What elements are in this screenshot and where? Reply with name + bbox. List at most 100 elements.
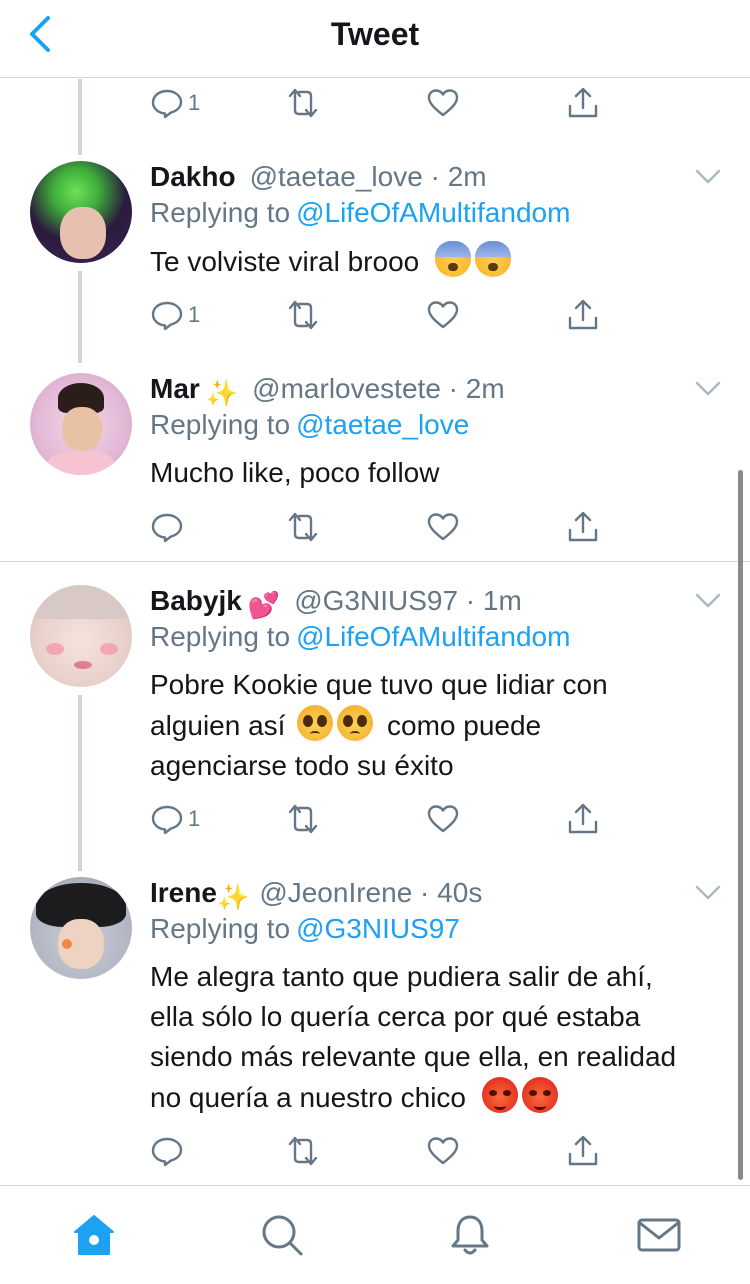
username-handle: @G3NIUS97 (294, 585, 459, 616)
replying-to: Replying to @G3NIUS97 (150, 913, 460, 945)
share-button[interactable] (566, 799, 600, 839)
mention-link[interactable]: @taetae_love (296, 409, 469, 440)
display-name[interactable]: Babyjk (150, 585, 242, 616)
username-handle: @taetae_love (249, 161, 423, 192)
tweet-menu-button[interactable] (694, 167, 722, 187)
chevron-down-icon (695, 381, 721, 396)
reply-button[interactable]: 1 (150, 799, 200, 839)
replying-to: Replying to @LifeOfAMultifandom (150, 621, 570, 653)
chevron-down-icon (695, 593, 721, 608)
reply-count: 1 (188, 302, 201, 327)
reply-button[interactable]: 1 (150, 83, 200, 123)
tweet[interactable]: Mar ✨ @marlovestete · 2m Replying to @taeta… (0, 373, 750, 553)
scrollbar[interactable] (738, 470, 743, 1180)
display-name[interactable]: Mar (150, 373, 200, 404)
bottom-tab-bar (0, 1185, 750, 1284)
heart-icon (427, 805, 459, 833)
retweet-button[interactable] (286, 507, 320, 547)
tweet[interactable]: Babyjk 💕 @G3NIUS97 · 1m Replying to @LifeOf… (0, 585, 750, 855)
tweet-actions: 1 (150, 799, 620, 839)
mention-link[interactable]: @LifeOfAMultifandom (296, 197, 570, 228)
retweet-icon (288, 88, 318, 118)
messages-envelope-icon (637, 1218, 681, 1252)
retweet-button[interactable] (286, 295, 320, 335)
username-handle: @JeonIrene (259, 877, 413, 908)
reply-button[interactable]: 1 (150, 295, 200, 335)
reply-icon (151, 805, 183, 835)
sparkles-emoji-icon: ✨ (205, 378, 239, 408)
avatar[interactable] (30, 161, 132, 263)
replying-to-label: Replying to (150, 197, 291, 228)
tab-search[interactable] (259, 1212, 305, 1258)
reply-icon (151, 301, 183, 331)
tab-notifications[interactable] (447, 1212, 493, 1258)
tweet-menu-button[interactable] (694, 591, 722, 611)
tweet-line: Mucho like, poco follow (150, 457, 440, 488)
tweet-menu-button[interactable] (694, 379, 722, 399)
share-icon (568, 511, 598, 542)
reply-button[interactable] (150, 1131, 184, 1171)
share-button[interactable] (566, 83, 600, 123)
like-button[interactable] (426, 799, 460, 839)
tweet-text: Te volviste viral brooo (150, 241, 730, 282)
reply-button[interactable] (150, 507, 184, 547)
tweet-line: Me alegra tanto que pudiera salir de ahí… (150, 961, 653, 992)
share-button[interactable] (566, 295, 600, 335)
fearful-face-emoji-icon (435, 241, 472, 277)
angry-face-emoji-icon (481, 1077, 518, 1113)
heart-icon (427, 1137, 459, 1165)
two-hearts-emoji-icon: 💕 (247, 590, 281, 620)
mention-link[interactable]: @LifeOfAMultifandom (296, 621, 570, 652)
tweet[interactable]: Dakho @taetae_love · 2m Replying to @LifeO… (0, 161, 750, 361)
replying-to-label: Replying to (150, 621, 291, 652)
replying-to: Replying to @LifeOfAMultifandom (150, 197, 570, 229)
tweet-line: Pobre Kookie que tuvo que lidiar con (150, 669, 608, 700)
reply-count: 1 (188, 90, 201, 115)
reply-icon (151, 1137, 183, 1167)
like-button[interactable] (426, 507, 460, 547)
mention-link[interactable]: @G3NIUS97 (296, 913, 460, 944)
share-button[interactable] (566, 507, 600, 547)
avatar[interactable] (30, 877, 132, 979)
tweet-line: como puede (387, 710, 542, 741)
retweet-icon (288, 1136, 318, 1166)
display-name[interactable]: Dakho (150, 161, 236, 192)
avatar[interactable] (30, 585, 132, 687)
like-button[interactable] (426, 295, 460, 335)
avatar[interactable] (30, 373, 132, 475)
separator-dot: · (412, 877, 438, 908)
tweet-actions (150, 1131, 620, 1171)
avatar-cheek (100, 643, 118, 655)
reply-icon (151, 89, 183, 119)
top-bar: Tweet (0, 0, 750, 78)
replying-to-label: Replying to (150, 913, 291, 944)
conversation-thread[interactable]: 1 Dakho @taetae_love · 2m Replying to @Lif… (0, 79, 750, 1185)
like-button[interactable] (426, 83, 460, 123)
retweet-button[interactable] (286, 1131, 320, 1171)
tweet-header: Irene✨ @JeonIrene · 40s (150, 877, 482, 913)
avatar-mouth (74, 661, 92, 669)
sparkles-emoji-icon: ✨ (216, 882, 250, 912)
home-icon (74, 1215, 114, 1255)
tweet-line: ella sólo lo quería cerca por qué estaba (150, 1001, 641, 1032)
chevron-down-icon (695, 885, 721, 900)
tweet-header: Dakho @taetae_love · 2m (150, 161, 487, 197)
tweet-text: Me alegra tanto que pudiera salir de ahí… (150, 957, 730, 1118)
display-name[interactable]: Irene (150, 877, 217, 908)
tweet[interactable]: Irene✨ @JeonIrene · 40s Replying to @G3NIU… (0, 877, 750, 1177)
pleading-face-emoji-icon (297, 705, 334, 741)
like-button[interactable] (426, 1131, 460, 1171)
reply-count: 1 (188, 806, 201, 831)
heart-icon (427, 513, 459, 541)
timestamp: 1m (482, 585, 522, 616)
retweet-icon (288, 804, 318, 834)
tweet-menu-button[interactable] (694, 883, 722, 903)
thread-connector (78, 79, 82, 155)
share-button[interactable] (566, 1131, 600, 1171)
tab-messages[interactable] (636, 1212, 682, 1258)
retweet-button[interactable] (286, 799, 320, 839)
tweet-text: Mucho like, poco follow (150, 453, 730, 493)
retweet-button[interactable] (286, 83, 320, 123)
tab-home[interactable] (71, 1212, 117, 1258)
share-icon (568, 803, 598, 834)
